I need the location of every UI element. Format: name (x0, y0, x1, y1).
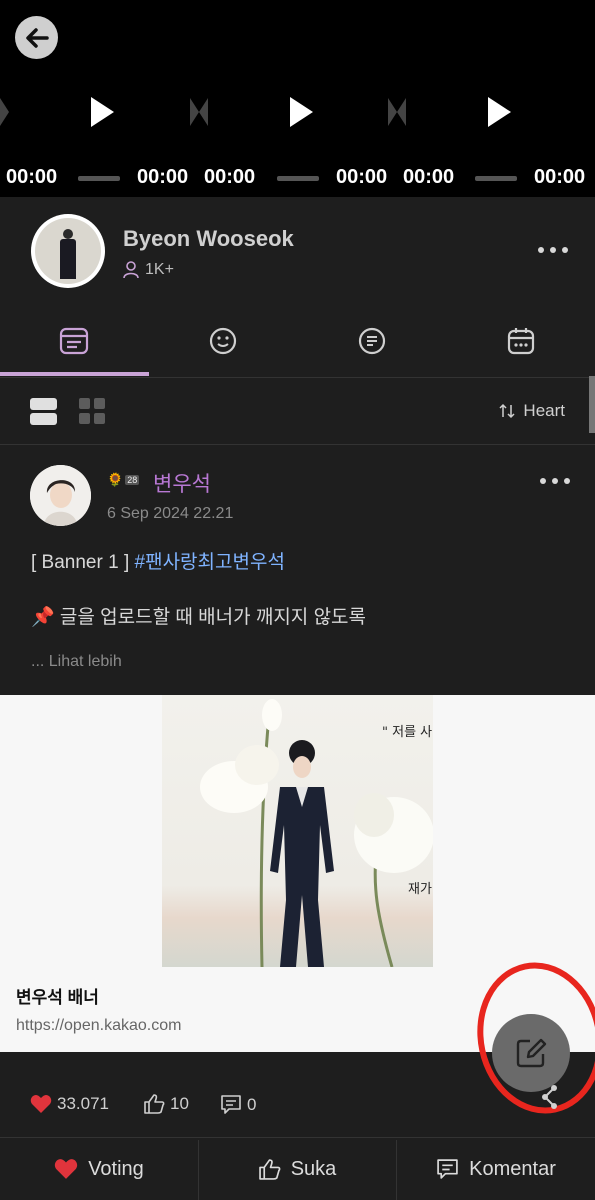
seek-bar[interactable] (277, 176, 319, 181)
voting-button[interactable]: Voting (0, 1138, 198, 1200)
like-count-value: 10 (170, 1094, 189, 1113)
community-header: Byeon Wooseok 1K+ (0, 197, 595, 307)
community-name[interactable]: Byeon Wooseok (123, 226, 294, 252)
heart-count-value: 33.071 (57, 1094, 109, 1113)
hashtag-link[interactable]: #팬사랑최고변우석 (135, 552, 285, 573)
video-time: 00:00 (204, 166, 256, 188)
comment-button[interactable]: Komentar (397, 1138, 595, 1200)
thumbs-up-icon (144, 1094, 165, 1114)
like-label: Suka (290, 1157, 337, 1180)
post-author-avatar[interactable] (30, 465, 91, 526)
arrow-left-icon (25, 27, 49, 48)
smiley-icon (209, 327, 237, 355)
member-count: 1K+ (123, 261, 174, 279)
community-avatar[interactable] (31, 214, 105, 288)
member-count-value: 1K+ (145, 261, 174, 278)
comment-icon (437, 1159, 458, 1179)
calendar-icon (507, 328, 535, 355)
back-button[interactable] (15, 16, 58, 59)
post-actions-bar: Voting Suka Komentar (0, 1138, 595, 1200)
seek-bar[interactable] (475, 176, 517, 181)
post-body: 📌 글을 업로드할 때 배너가 깨지지 않도록 (31, 607, 367, 628)
play-icon[interactable] (91, 97, 114, 127)
skip-icon[interactable] (0, 98, 18, 126)
more-options-icon[interactable] (538, 247, 568, 255)
sunflower-icon: 🌻 (107, 472, 124, 487)
seek-bar[interactable] (78, 176, 120, 181)
play-icon[interactable] (488, 97, 511, 127)
tab-chat[interactable] (298, 307, 446, 375)
video-time: 00:00 (403, 166, 455, 188)
post-title: [ Banner 1 ] #팬사랑최고변우석 (31, 552, 285, 573)
post-stats: 33.071 10 0 (0, 1083, 595, 1138)
skip-icon[interactable] (388, 98, 406, 126)
comment-label: Komentar (469, 1157, 556, 1180)
preview-url: https://open.kakao.com (16, 1017, 182, 1034)
comment-icon (221, 1095, 241, 1114)
comment-count-value: 0 (247, 1094, 257, 1114)
see-more-link[interactable]: ... Lihat lebih (31, 653, 122, 671)
video-time: 00:00 (137, 166, 189, 188)
post-date: 6 Sep 2024 22.21 (107, 505, 234, 522)
chat-list-icon (358, 327, 386, 355)
heart-count[interactable]: 33.071 (30, 1094, 109, 1114)
video-time: 00:00 (6, 166, 58, 188)
tab-calendar[interactable] (447, 307, 595, 375)
scrollbar[interactable] (589, 376, 595, 433)
active-tab-indicator (0, 372, 149, 376)
thumbs-up-icon (258, 1158, 281, 1180)
heart-icon (30, 1095, 52, 1113)
preview-image-text: " 저를 사 (382, 725, 433, 740)
post-more-options-icon[interactable] (540, 478, 570, 486)
person-icon (123, 261, 139, 279)
sort-label: Heart (523, 401, 565, 420)
list-view-icon[interactable] (30, 398, 57, 425)
feed-icon (59, 327, 89, 355)
sort-button[interactable]: Heart (499, 401, 565, 421)
video-strip: 00:00 00:00 00:00 00:00 00:00 00:00 (0, 0, 595, 197)
post-author-name[interactable]: 변우석 (153, 468, 211, 498)
tab-feed[interactable] (0, 307, 148, 375)
member-level-badge: 🌻 28 (107, 472, 140, 488)
preview-image-text: 재가 (408, 882, 432, 897)
share-icon[interactable] (540, 1084, 560, 1110)
play-icon[interactable] (290, 97, 313, 127)
like-count[interactable]: 10 (144, 1094, 189, 1114)
sort-icon (499, 403, 515, 419)
video-time: 00:00 (336, 166, 388, 188)
community-tabs (0, 307, 595, 378)
skip-icon[interactable] (190, 98, 208, 126)
grid-view-icon[interactable] (79, 398, 105, 424)
video-time: 00:00 (534, 166, 586, 188)
feed-toolbar: Heart (0, 377, 595, 445)
voting-label: Voting (88, 1157, 144, 1180)
divider (198, 1140, 199, 1200)
level-number: 28 (125, 475, 140, 485)
heart-icon (55, 1159, 78, 1179)
like-button[interactable]: Suka (199, 1138, 396, 1200)
tab-emoji[interactable] (149, 307, 297, 375)
comment-count[interactable]: 0 (220, 1094, 256, 1115)
preview-title: 변우석 배너 (16, 988, 99, 1007)
preview-image: " 저를 사 재가 (162, 695, 433, 967)
divider (396, 1140, 397, 1200)
